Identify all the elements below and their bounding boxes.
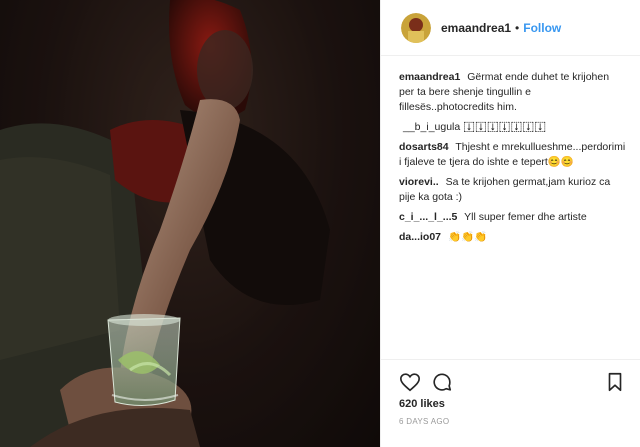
comment-text: __b_i_ugula 𛲢𛲢𛲢𛲢𛲢𛲢𛲢 — [403, 121, 547, 133]
comment-username[interactable]: da...io07 — [399, 231, 441, 243]
header-separator: • — [515, 20, 520, 35]
bookmark-icon[interactable] — [604, 371, 626, 393]
comment-username[interactable]: dosarts84 — [399, 141, 449, 153]
photo-illustration — [0, 0, 380, 447]
heart-icon[interactable] — [399, 371, 421, 393]
divider — [381, 359, 640, 360]
comment-text: 👏👏👏 — [447, 231, 488, 243]
header-username[interactable]: emaandrea1 — [441, 21, 511, 35]
comments-list: emaandrea1 Gërmat ende duhet te krijohen… — [399, 70, 626, 250]
post-sidebar: emaandrea1 • Follow emaandrea1 Gërmat en… — [380, 0, 640, 447]
post-header: emaandrea1 • Follow — [381, 0, 640, 56]
comment-icon[interactable] — [431, 371, 453, 393]
list-item: dosarts84 Thjesht e mrekullueshme...perd… — [399, 140, 626, 170]
list-item: da...io07 👏👏👏 — [399, 230, 626, 245]
comment-caption: emaandrea1 Gërmat ende duhet te krijohen… — [399, 70, 626, 115]
likes-count[interactable]: 620 likes — [399, 398, 445, 410]
comment-text: Yll super femer dhe artiste — [464, 211, 587, 223]
follow-button[interactable]: Follow — [523, 21, 561, 35]
avatar[interactable] — [401, 12, 431, 43]
action-bar — [399, 370, 626, 394]
comment-username[interactable]: viorevi.. — [399, 176, 439, 188]
list-item: __b_i_ugula 𛲢𛲢𛲢𛲢𛲢𛲢𛲢 — [399, 120, 626, 135]
comment-username[interactable]: emaandrea1 — [399, 71, 460, 83]
post-timestamp: 6 DAYS AGO — [399, 417, 450, 426]
list-item: viorevi.. Sa te krijohen germat,jam kuri… — [399, 175, 626, 205]
avatar-image — [401, 12, 431, 43]
comment-username[interactable]: c_i_..._l_...5 — [399, 211, 457, 223]
list-item: c_i_..._l_...5 Yll super femer dhe artis… — [399, 210, 626, 225]
post-photo[interactable] — [0, 0, 380, 447]
instagram-post: emaandrea1 • Follow emaandrea1 Gërmat en… — [0, 0, 640, 447]
